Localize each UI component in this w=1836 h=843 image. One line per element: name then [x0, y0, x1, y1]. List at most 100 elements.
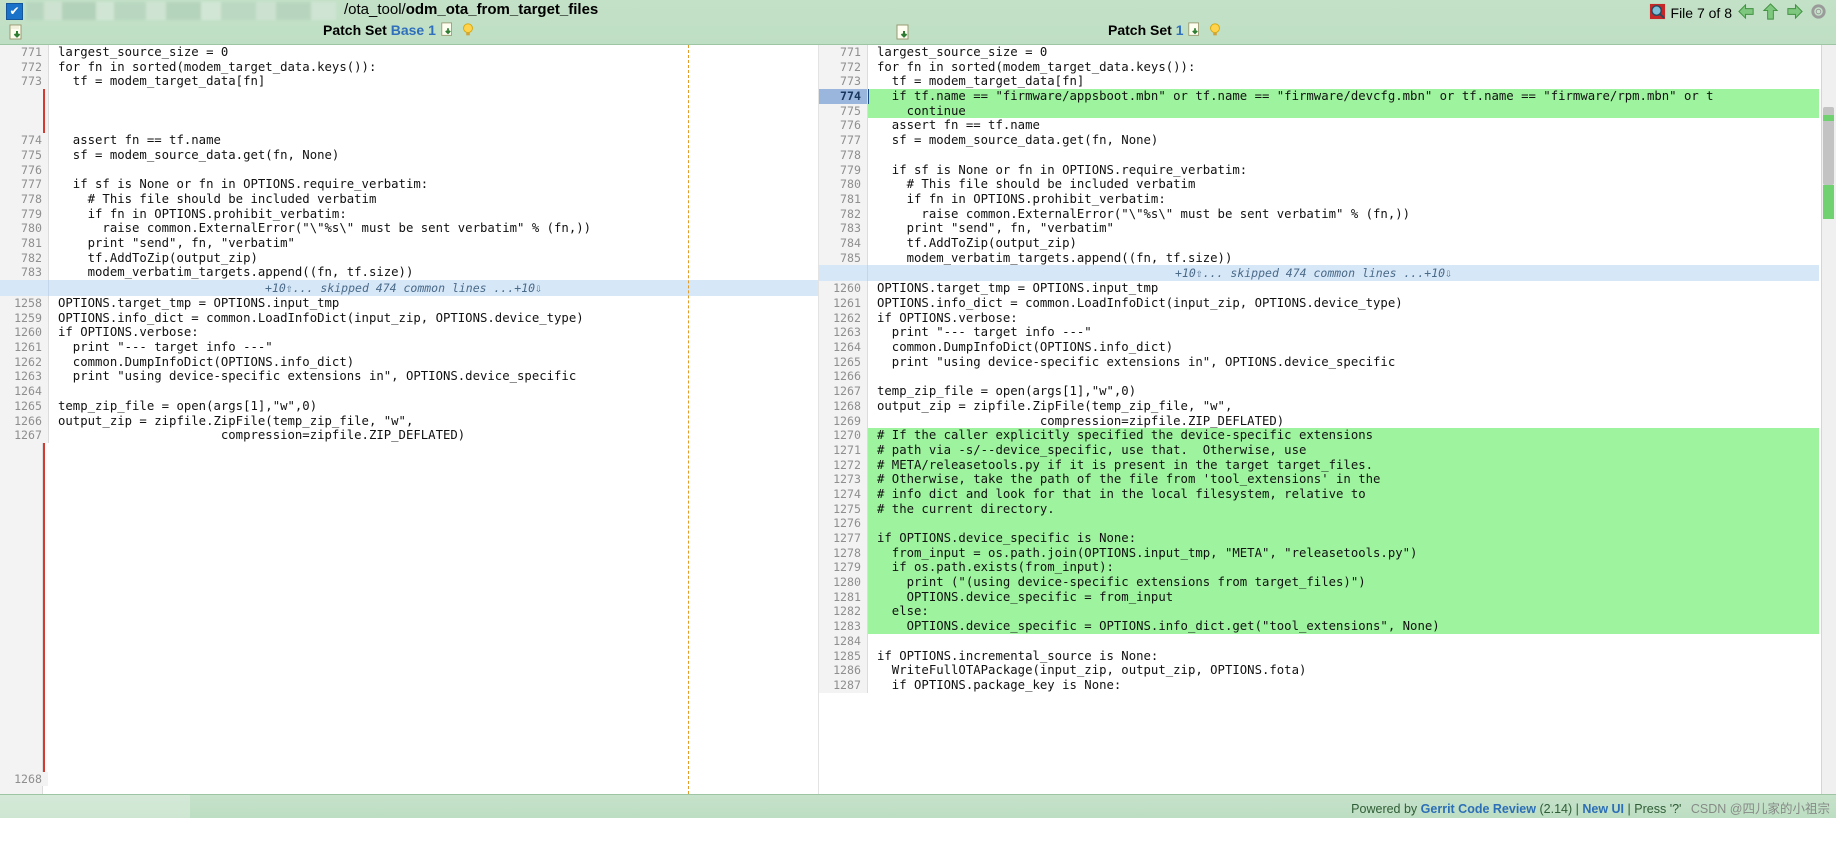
code-line[interactable]: 1276 [819, 516, 1819, 531]
code-line[interactable]: 1260 if OPTIONS.verbose: [0, 325, 818, 341]
line-number[interactable]: 1266 [0, 413, 49, 429]
arrow-up-icon[interactable] [1761, 2, 1780, 24]
line-number[interactable]: 781 [0, 235, 49, 251]
code-text[interactable]: if sf is None or fn in OPTIONS.require_v… [49, 177, 818, 192]
line-number[interactable] [0, 89, 49, 104]
code-text[interactable]: if sf is None or fn in OPTIONS.require_v… [868, 163, 1819, 178]
diff-pane-left[interactable]: 771 largest_source_size = 0 772 for fn in s… [0, 45, 819, 794]
line-number[interactable]: 1263 [819, 325, 868, 341]
code-text[interactable]: modem_verbatim_targets.append((fn, tf.si… [868, 251, 1819, 266]
code-line[interactable]: 1272 # META/releasetools.py if it is pres… [819, 457, 1819, 473]
new-ui-link[interactable]: New UI [1582, 802, 1624, 816]
code-text[interactable]: output_zip = zipfile.ZipFile(temp_zip_fi… [868, 399, 1819, 414]
code-text[interactable] [49, 104, 818, 119]
line-number[interactable]: 1285 [819, 648, 868, 664]
line-number[interactable]: 779 [819, 162, 868, 178]
line-number[interactable]: 771 [819, 45, 868, 60]
code-line[interactable]: 1275 # the current directory. [819, 501, 1819, 517]
code-line[interactable] [0, 103, 818, 119]
line-number[interactable] [0, 103, 49, 119]
code-line[interactable]: 776 assert fn == tf.name [819, 118, 1819, 134]
code-text[interactable]: else: [868, 604, 1819, 620]
code-text[interactable]: if fn in OPTIONS.prohibit_verbatim: [868, 192, 1819, 207]
code-line[interactable]: 1265 temp_zip_file = open(args[1],"w",0) [0, 398, 818, 414]
download-icon[interactable] [440, 22, 456, 41]
line-number[interactable]: 779 [0, 206, 49, 222]
code-line[interactable]: 1258 OPTIONS.target_tmp = OPTIONS.input_t… [0, 296, 818, 311]
code-line[interactable]: 1261 print "--- target info ---" [0, 340, 818, 355]
code-line[interactable]: 774 if tf.name == "firmware/appsboot.mbn… [819, 89, 1819, 104]
code-text[interactable]: sf = modem_source_data.get(fn, None) [49, 148, 818, 163]
gear-icon[interactable] [1809, 2, 1828, 24]
line-number[interactable]: 1282 [819, 604, 868, 620]
line-number[interactable]: 1262 [819, 310, 868, 326]
code-line[interactable]: 781 print "send", fn, "verbatim" [0, 235, 818, 251]
line-number[interactable]: 775 [819, 103, 868, 119]
code-line[interactable]: 1273 # Otherwise, take the path of the fi… [819, 472, 1819, 487]
line-number[interactable]: 1271 [819, 442, 868, 458]
code-line[interactable]: 771 largest_source_size = 0 [0, 45, 818, 60]
code-text[interactable]: modem_verbatim_targets.append((fn, tf.si… [49, 265, 818, 280]
line-number[interactable]: 1261 [819, 296, 868, 311]
right-code-rows[interactable]: 771 largest_source_size = 0 772 for fn in s… [819, 45, 1819, 266]
code-text[interactable]: WriteFullOTAPackage(input_zip, output_zi… [868, 663, 1819, 678]
code-text[interactable]: if OPTIONS.device_specific is None: [868, 531, 1819, 546]
code-line[interactable]: 1265 print "using device-specific extens… [819, 354, 1819, 370]
code-line[interactable]: 1285 if OPTIONS.incremental_source is Non… [819, 648, 1819, 664]
code-text[interactable]: temp_zip_file = open(args[1],"w",0) [49, 399, 818, 414]
code-line[interactable]: 1287 if OPTIONS.package_key is None: [819, 677, 1819, 693]
code-line[interactable]: 782 tf.AddToZip(output_zip) [0, 250, 818, 266]
code-line[interactable]: 783 modem_verbatim_targets.append((fn, t… [0, 265, 818, 280]
lightbulb-icon[interactable] [460, 22, 476, 41]
code-line[interactable]: 1270 # If the caller explicitly specified… [819, 428, 1819, 443]
code-line[interactable]: 1268 output_zip = zipfile.ZipFile(temp_zi… [819, 398, 1819, 414]
line-number[interactable]: 780 [819, 177, 868, 192]
code-line[interactable]: 1264 [0, 384, 818, 399]
line-number[interactable]: 1278 [819, 545, 868, 561]
code-line[interactable]: 781 if fn in OPTIONS.prohibit_verbatim: [819, 191, 1819, 207]
code-text[interactable]: # path via -s/--device_specific, use tha… [868, 442, 1819, 458]
code-text[interactable]: print "--- target info ---" [868, 325, 1819, 340]
line-number[interactable]: 1268 [819, 398, 868, 414]
left-code-rows[interactable]: 771 largest_source_size = 0 772 for fn in s… [0, 45, 818, 280]
code-line[interactable]: 1267 compression=zipfile.ZIP_DEFLATED) [0, 428, 818, 443]
skipped-lines-band[interactable]: +10⇧... skipped 474 common lines ...+10⇩ [819, 265, 1819, 282]
line-number[interactable]: 785 [819, 250, 868, 266]
code-text[interactable]: raise common.ExternalError("\"%s\" must … [49, 221, 818, 236]
code-text[interactable]: if fn in OPTIONS.prohibit_verbatim: [49, 207, 818, 222]
line-number[interactable]: 1262 [0, 354, 49, 370]
code-text[interactable]: raise common.ExternalError("\"%s\" must … [868, 207, 1819, 222]
code-text[interactable]: if OPTIONS.incremental_source is None: [868, 649, 1819, 664]
line-number[interactable]: 1260 [819, 281, 868, 296]
code-text[interactable]: assert fn == tf.name [49, 133, 818, 148]
code-text[interactable]: # Otherwise, take the path of the file f… [868, 472, 1819, 487]
code-line[interactable]: 1263 print "using device-specific extens… [0, 369, 818, 385]
code-text[interactable]: output_zip = zipfile.ZipFile(temp_zip_fi… [49, 414, 818, 429]
code-line[interactable]: 779 if sf is None or fn in OPTIONS.requi… [819, 162, 1819, 178]
line-number[interactable]: 1268 [0, 772, 48, 786]
line-number[interactable]: 775 [0, 147, 49, 163]
line-number[interactable]: 777 [819, 133, 868, 148]
code-text[interactable]: # info dict and look for that in the loc… [868, 486, 1819, 502]
arrow-right-icon[interactable] [1785, 2, 1804, 24]
code-line[interactable]: 1278 from_input = os.path.join(OPTIONS.i… [819, 545, 1819, 561]
line-number[interactable]: 1273 [819, 472, 868, 487]
line-number[interactable]: 1286 [819, 663, 868, 678]
line-number[interactable]: 774 [0, 133, 49, 148]
code-line[interactable]: 1266 output_zip = zipfile.ZipFile(temp_zi… [0, 413, 818, 429]
code-line[interactable]: 778 # This file should be included verba… [0, 191, 818, 207]
code-text[interactable]: print "--- target info ---" [49, 340, 818, 355]
code-line[interactable] [0, 89, 818, 104]
code-line[interactable]: 775 continue [819, 103, 1819, 119]
code-text[interactable]: tf = modem_target_data[fn] [49, 74, 818, 89]
code-text[interactable]: print "using device-specific extensions … [868, 355, 1819, 370]
line-number[interactable]: 1258 [0, 296, 49, 311]
code-line[interactable]: 1271 # path via -s/--device_specific, use… [819, 442, 1819, 458]
code-text[interactable]: # This file should be included verbatim [868, 177, 1819, 192]
code-line[interactable]: 773 tf = modem_target_data[fn] [0, 74, 818, 90]
code-line[interactable]: 771 largest_source_size = 0 [819, 45, 1819, 60]
code-line[interactable]: 1269 compression=zipfile.ZIP_DEFLATED) [819, 413, 1819, 429]
code-text[interactable]: tf.AddToZip(output_zip) [49, 251, 818, 266]
line-number[interactable]: 772 [819, 59, 868, 75]
right-code-rows-second-hunk[interactable]: 1260 OPTIONS.target_tmp = OPTIONS.input_t… [819, 281, 1819, 693]
